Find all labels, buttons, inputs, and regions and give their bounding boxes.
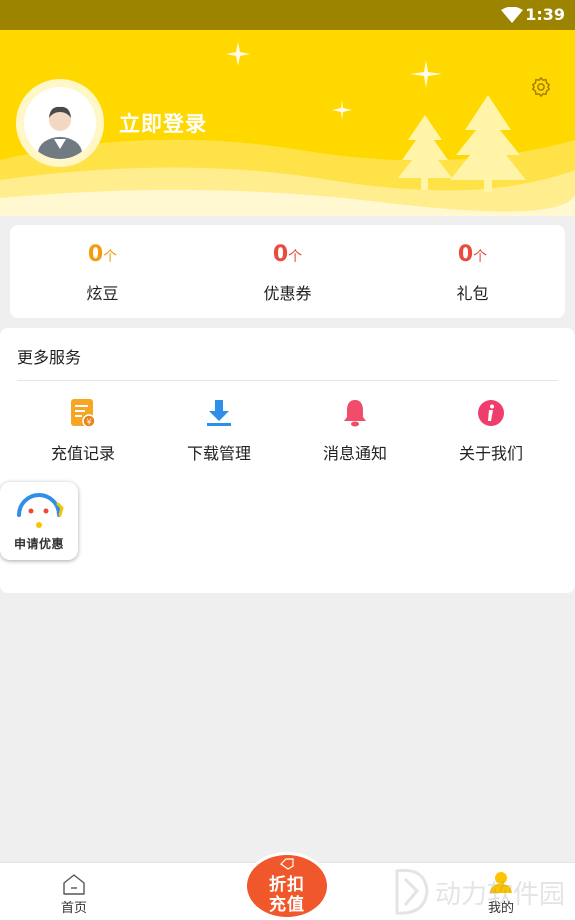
customer-service-icon bbox=[17, 493, 64, 528]
recharge-record-icon: ¥ bbox=[71, 399, 96, 428]
download-icon bbox=[207, 400, 231, 426]
svg-text:¥: ¥ bbox=[86, 418, 91, 427]
user-avatar-icon bbox=[38, 106, 82, 159]
bell-icon bbox=[344, 400, 366, 427]
stat-xuandou[interactable]: 0个 炫豆 bbox=[10, 225, 195, 318]
watermark-text: 动力软件园 bbox=[435, 880, 565, 910]
service-label: 消息通知 bbox=[322, 444, 387, 463]
tab-home[interactable]: 首页 bbox=[24, 863, 124, 920]
service-notifications[interactable]: 消息通知 bbox=[295, 398, 415, 468]
profile-header: 立即登录 bbox=[0, 30, 575, 216]
status-bar: 1:39 bbox=[0, 0, 575, 30]
service-recharge-record[interactable]: ¥ 充值记录 bbox=[23, 398, 143, 468]
divider bbox=[17, 380, 558, 381]
status-time: 1:39 bbox=[525, 5, 565, 24]
service-about-us[interactable]: 关于我们 bbox=[431, 398, 551, 468]
services-title: 更多服务 bbox=[17, 348, 82, 367]
info-icon bbox=[478, 400, 504, 426]
settings-gear-icon[interactable] bbox=[530, 76, 552, 98]
stat-value: 0个 bbox=[457, 242, 488, 267]
apply-discount-button[interactable]: 申请优惠 bbox=[0, 482, 78, 560]
avatar[interactable] bbox=[24, 87, 96, 159]
stat-value: 0个 bbox=[87, 242, 118, 267]
wifi-icon bbox=[501, 7, 523, 23]
service-label: 关于我们 bbox=[458, 444, 523, 463]
stats-card: 0个 炫豆 0个 优惠券 0个 礼包 bbox=[10, 225, 565, 318]
tab-label: 首页 bbox=[60, 901, 87, 916]
login-link[interactable]: 立即登录 bbox=[119, 108, 207, 138]
stat-coupons[interactable]: 0个 优惠券 bbox=[195, 225, 380, 318]
tag-icon bbox=[280, 858, 294, 870]
service-download-manager[interactable]: 下载管理 bbox=[159, 398, 279, 468]
stat-label: 优惠券 bbox=[263, 284, 312, 303]
stat-gift-packs[interactable]: 0个 礼包 bbox=[380, 225, 565, 318]
promo-label: 申请优惠 bbox=[13, 537, 64, 551]
service-label: 下载管理 bbox=[186, 444, 251, 463]
stat-value: 0个 bbox=[272, 242, 303, 267]
more-services-card: 更多服务 ¥ 充值记录 下载管理 消息通知 关于我们 bbox=[0, 328, 575, 593]
service-label: 充值记录 bbox=[50, 444, 115, 463]
discount-recharge-button[interactable]: 折扣 充值 bbox=[247, 855, 327, 917]
stat-label: 炫豆 bbox=[86, 284, 119, 303]
watermark-logo: 动力软件园 bbox=[395, 868, 565, 915]
watermark: 动力软件园 bbox=[385, 865, 575, 920]
home-icon bbox=[63, 874, 85, 895]
stat-label: 礼包 bbox=[456, 284, 489, 303]
center-button-line2: 充值 bbox=[269, 895, 305, 915]
